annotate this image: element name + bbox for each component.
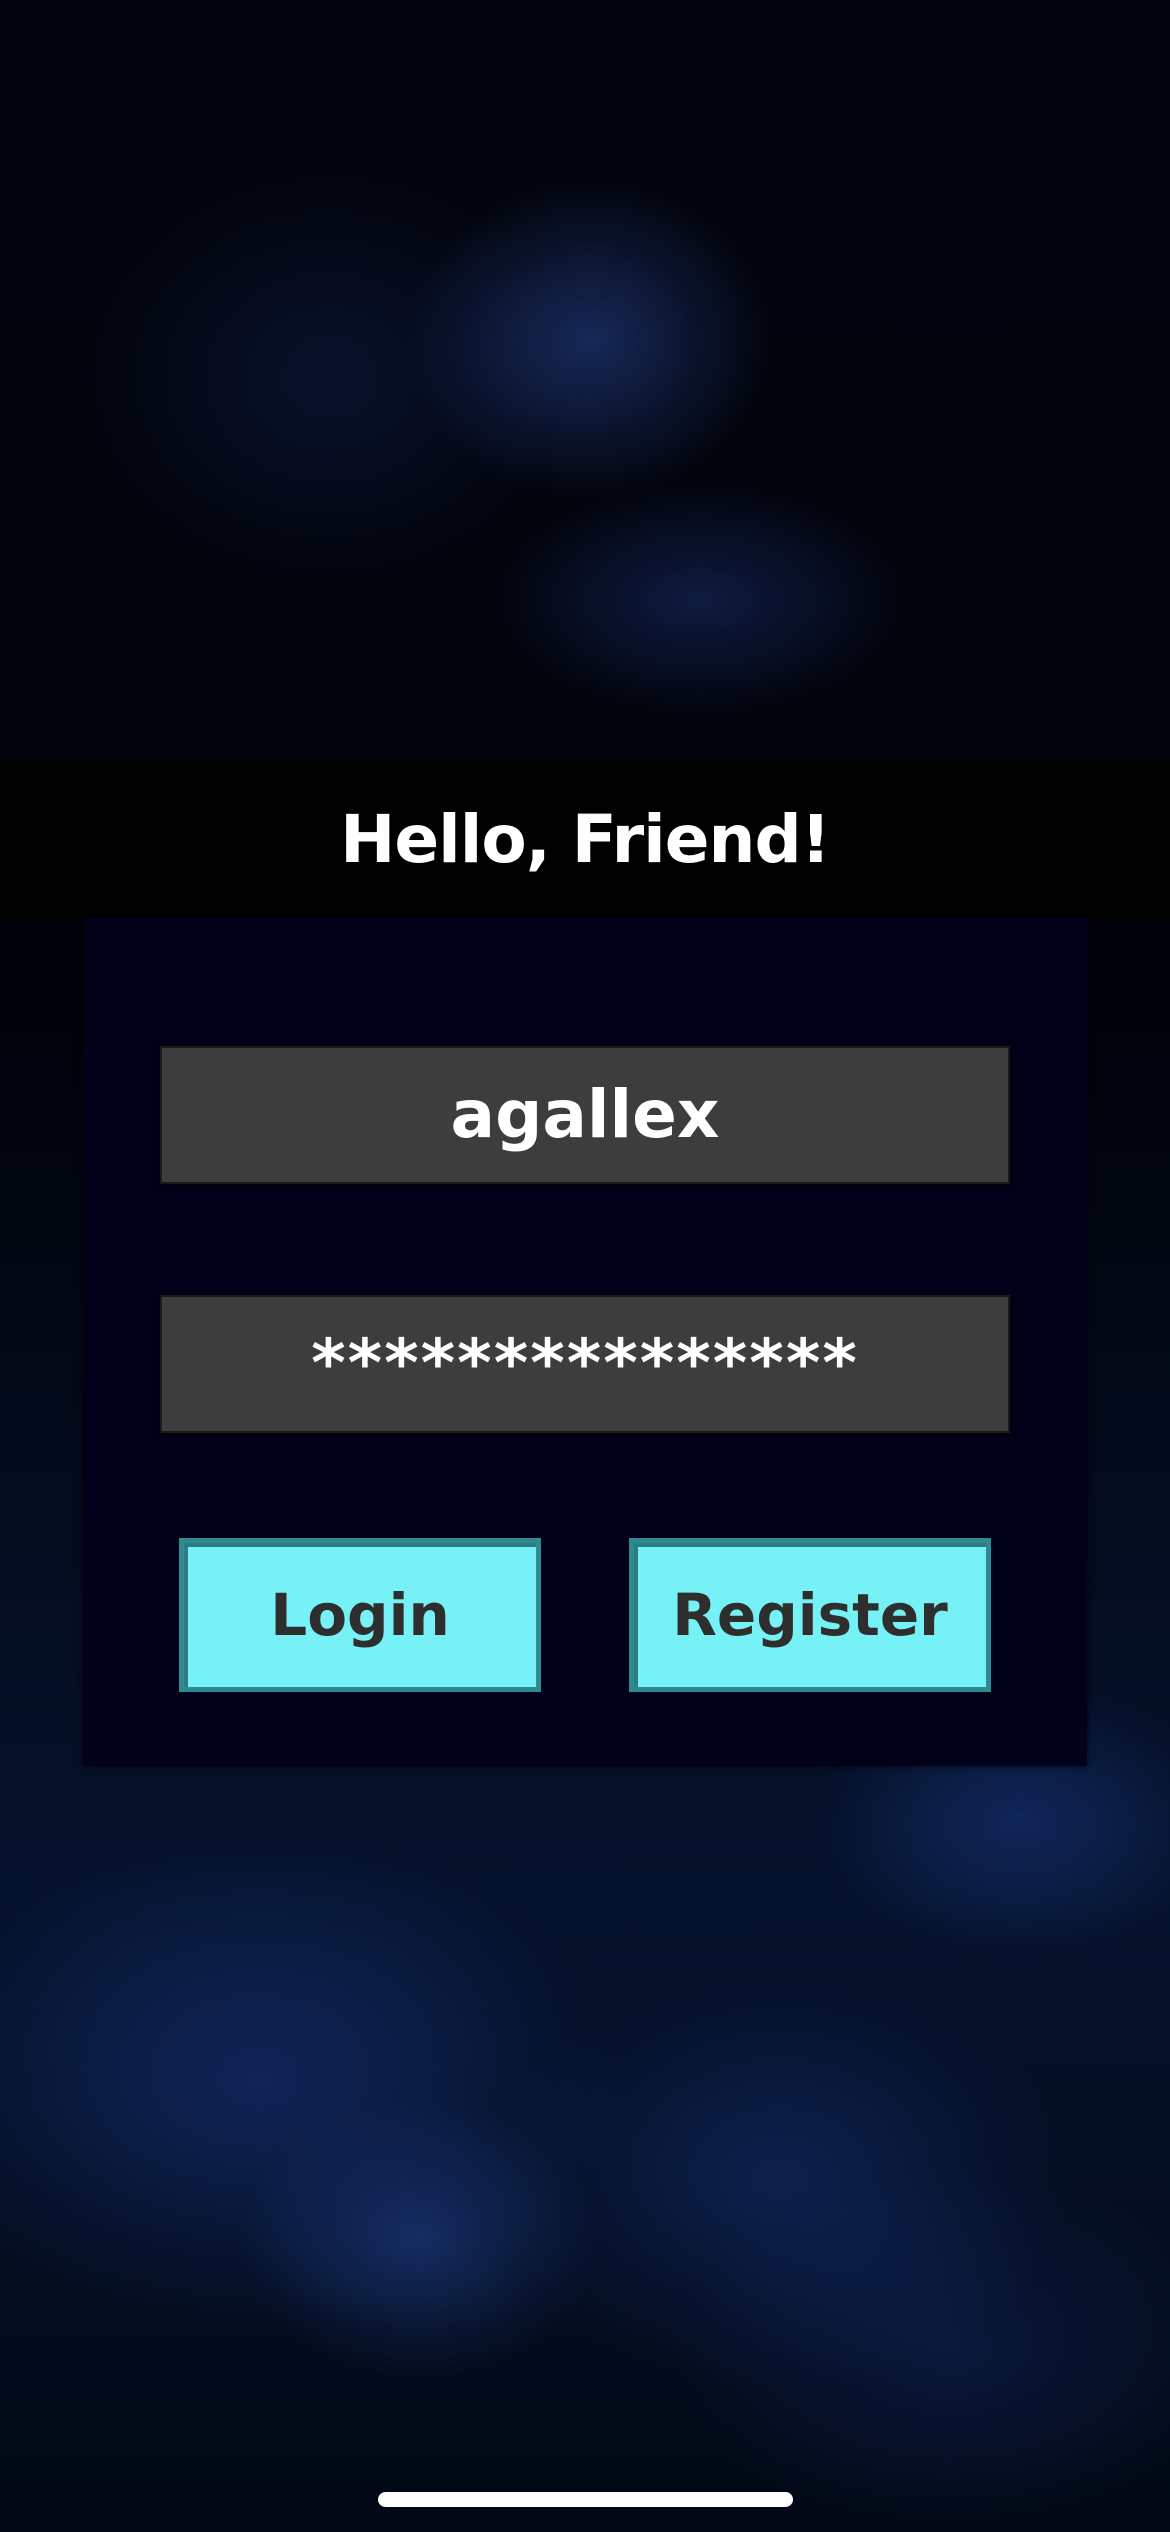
page-title: Hello, Friend! <box>340 801 831 878</box>
login-screen: Hello, Friend! agallex *************** L… <box>0 0 1170 2532</box>
home-indicator[interactable] <box>378 2492 793 2507</box>
register-button[interactable]: Register <box>629 1538 991 1692</box>
username-input[interactable]: agallex <box>160 1046 1010 1184</box>
login-button[interactable]: Login <box>179 1538 541 1692</box>
password-input[interactable]: *************** <box>160 1295 1010 1433</box>
